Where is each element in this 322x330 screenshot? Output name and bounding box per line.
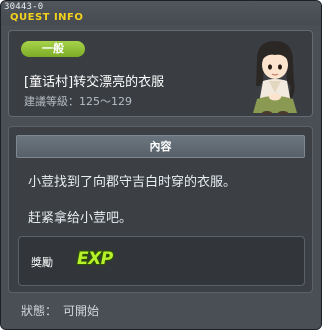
- quest-id: 30443-0: [4, 2, 44, 12]
- reward-box: 獎勵 EXP: [18, 236, 305, 286]
- category-badge: 一般: [21, 41, 85, 57]
- npc-girl-portrait: [253, 41, 297, 115]
- status-value: 可開始: [63, 304, 100, 318]
- recommended-level: 建議等級：125～129: [24, 95, 132, 108]
- content-heading: 內容: [16, 135, 305, 158]
- reward-label: 獎勵: [31, 256, 53, 269]
- window-titlebar[interactable]: 30443-0 QUEST INFO: [1, 1, 321, 25]
- description-line-1: 小荳找到了向郡守吉白时穿的衣服。: [28, 175, 237, 190]
- quest-header-panel: 一般 [童话村]转交漂亮的衣服 建議等級：125～129: [8, 30, 313, 117]
- quest-status: 狀態： 可開始: [21, 302, 105, 319]
- window-title: QUEST INFO: [10, 12, 84, 23]
- quest-name: [童话村]转交漂亮的衣服: [24, 75, 165, 90]
- quest-info-window: 30443-0 QUEST INFO 一般 [童话村]转交漂亮的衣服 建議等級：…: [0, 0, 322, 330]
- description-line-2: 赶紧拿给小荳吧。: [28, 211, 133, 226]
- exp-icon: EXP: [77, 249, 113, 269]
- status-label: 狀態：: [21, 304, 58, 318]
- quest-content-panel: 內容 小荳找到了向郡守吉白时穿的衣服。 赶紧拿给小荳吧。 獎勵 EXP: [8, 126, 313, 293]
